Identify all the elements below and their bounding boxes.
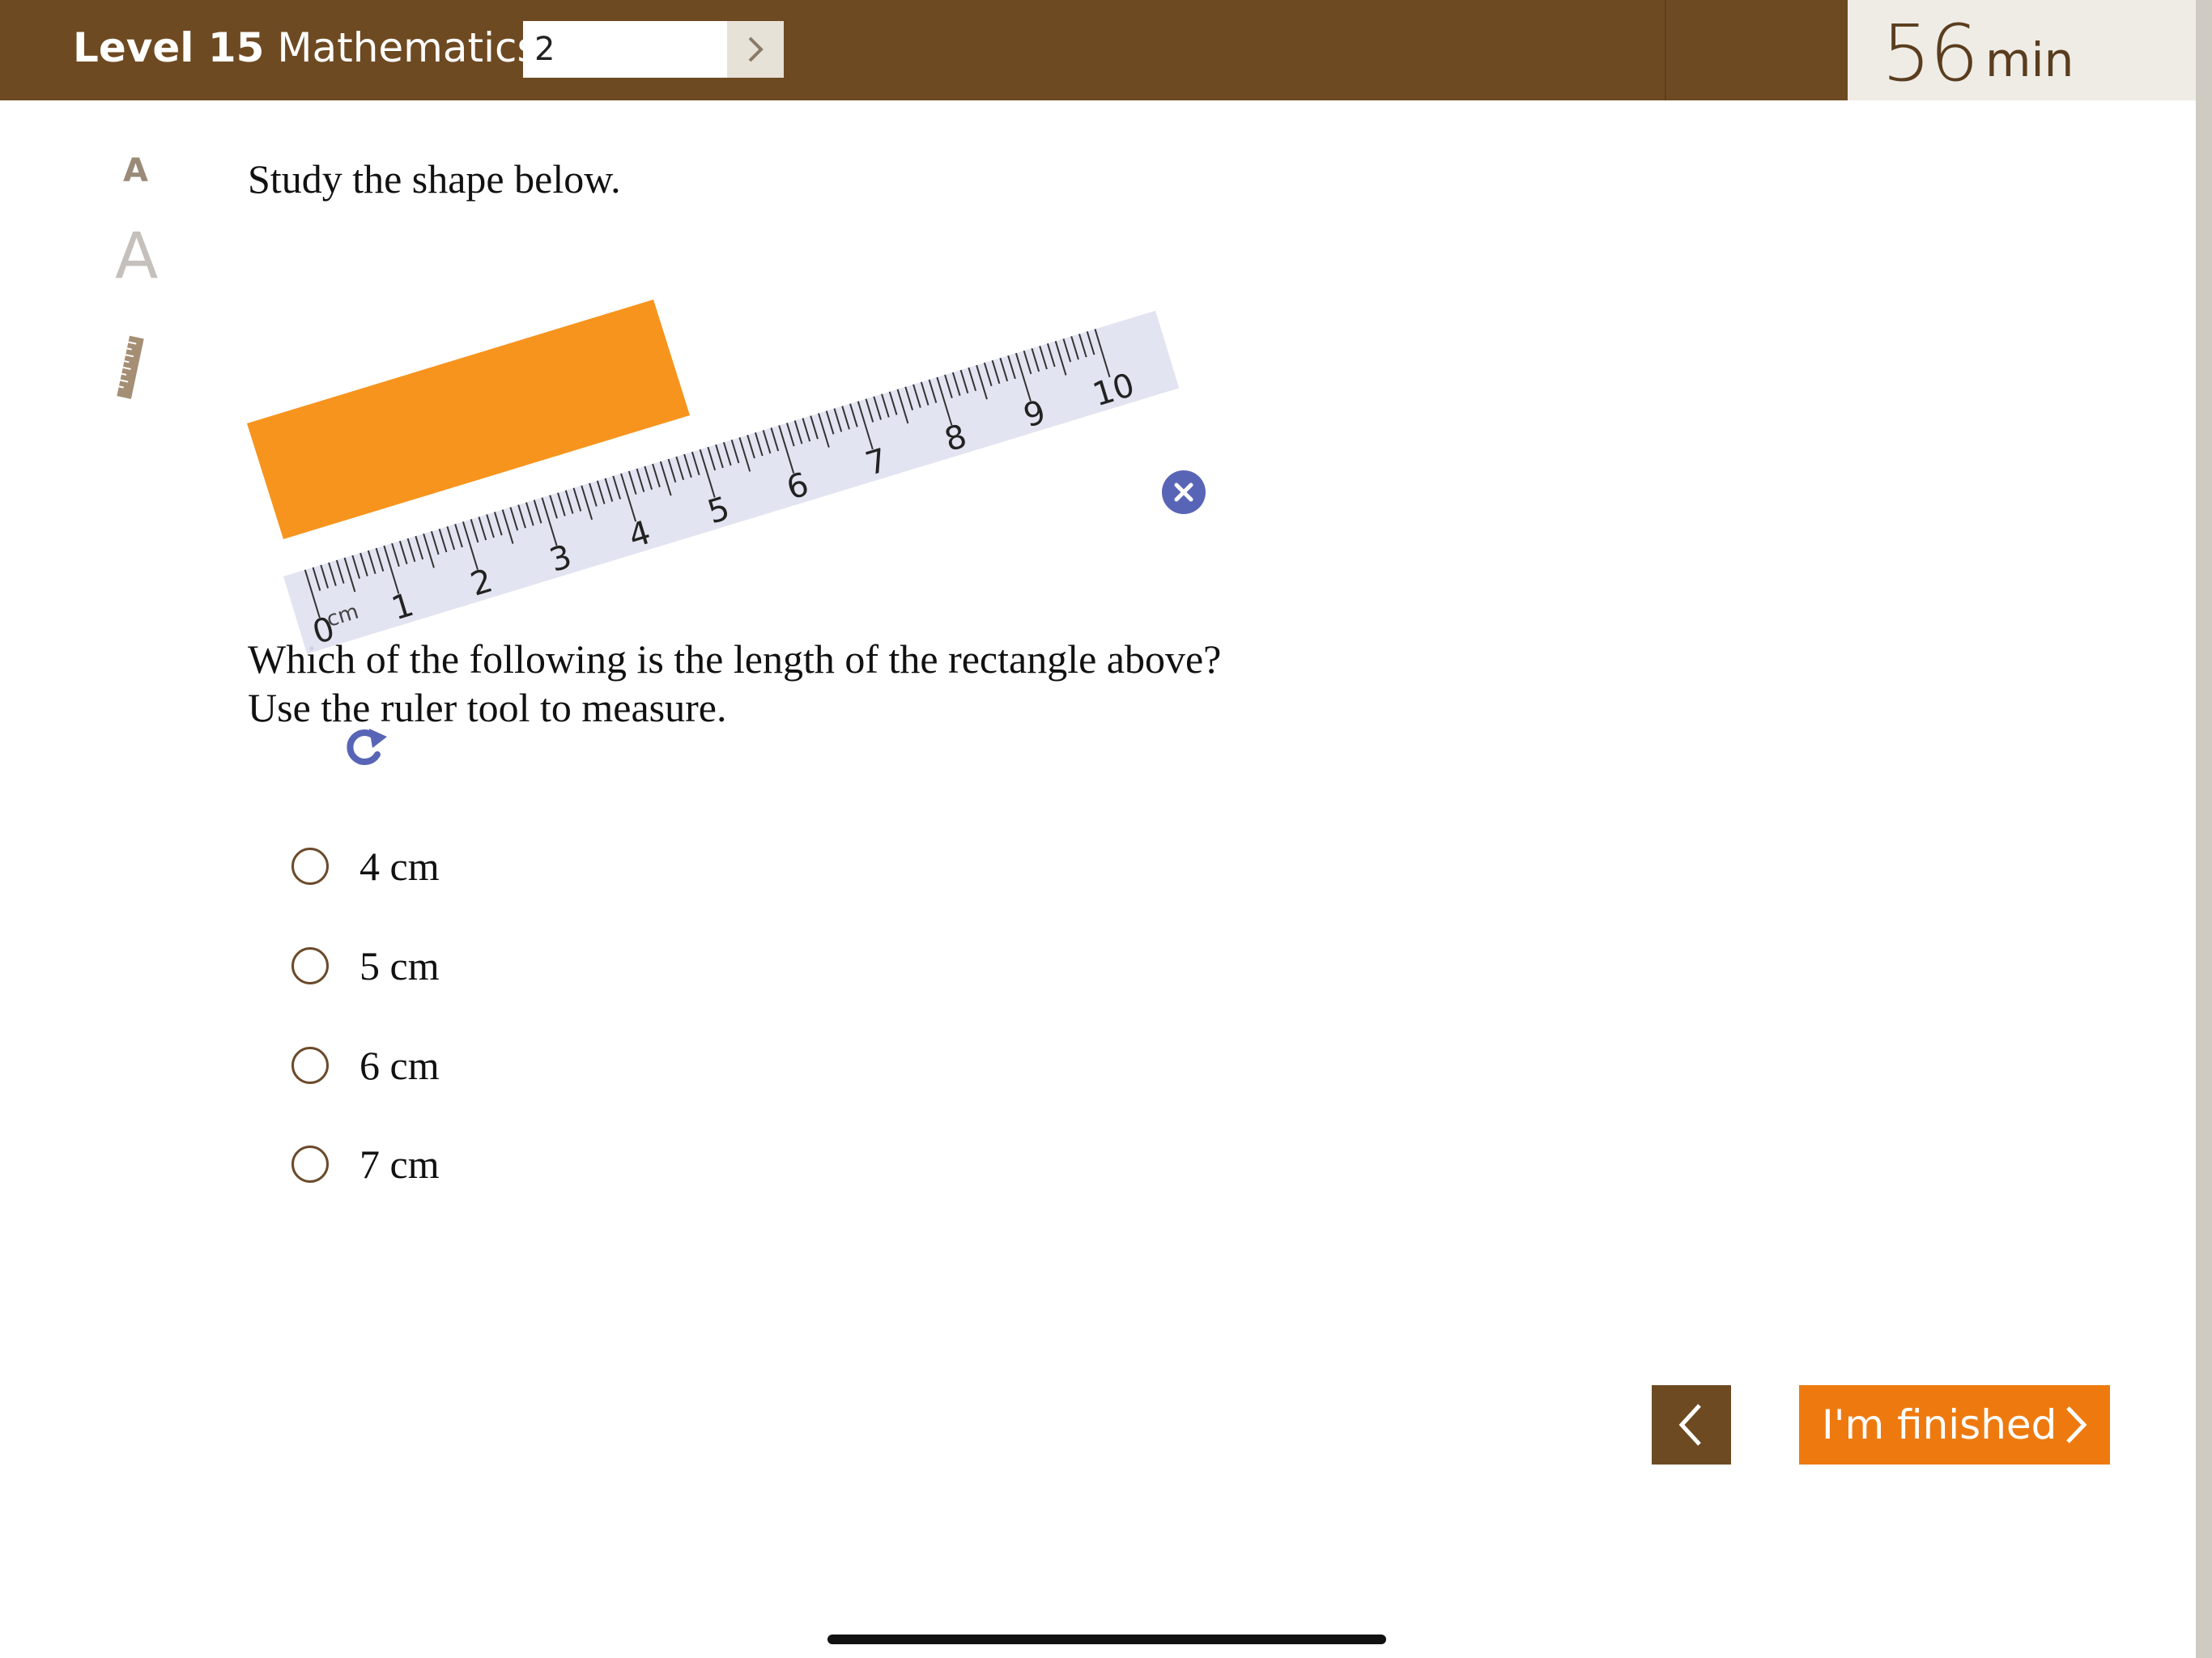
- answer-option[interactable]: 6 cm: [291, 1041, 440, 1090]
- answer-option[interactable]: 7 cm: [291, 1140, 440, 1188]
- answer-option-label: 7 cm: [359, 1141, 440, 1187]
- font-size-small-button[interactable]: A: [123, 152, 148, 189]
- answer-option-label: 5 cm: [359, 943, 440, 988]
- answer-option[interactable]: 4 cm: [291, 842, 440, 891]
- page-edge: [2196, 0, 2212, 1658]
- ruler-rotate-handle[interactable]: [347, 729, 387, 765]
- test-title: Level 15 Mathematics: [73, 24, 538, 71]
- previous-question-button[interactable]: [1652, 1385, 1731, 1465]
- font-size-large-button[interactable]: A: [115, 220, 158, 293]
- chevron-right-icon: [2066, 1406, 2087, 1443]
- ruler-close-button[interactable]: [1162, 470, 1206, 514]
- answer-option[interactable]: 5 cm: [291, 942, 440, 990]
- timer: 56 min: [1848, 0, 2196, 100]
- level-label: Level 15: [73, 24, 265, 71]
- radio-button[interactable]: [291, 1047, 329, 1084]
- answer-option-label: 6 cm: [359, 1043, 440, 1088]
- figure-area: cm 0 1 2 3 4 5 6 7 8 9 10: [243, 283, 1295, 801]
- timer-unit: min: [1985, 32, 2074, 87]
- answer-option-label: 4 cm: [359, 844, 440, 889]
- chevron-left-icon: [1678, 1404, 1701, 1446]
- subject-label: Mathematics: [277, 24, 538, 71]
- header-divider: [1665, 0, 1666, 100]
- chevron-right-icon: [748, 36, 764, 62]
- radio-button[interactable]: [291, 1146, 329, 1183]
- ruler-tool-button[interactable]: [113, 334, 149, 405]
- radio-button[interactable]: [291, 848, 329, 885]
- radio-button[interactable]: [291, 947, 329, 984]
- top-bar: Level 15 Mathematics 56 min: [0, 0, 2196, 100]
- question-jump: [523, 21, 784, 78]
- home-indicator: [827, 1635, 1386, 1644]
- finish-button-label: I'm finished: [1822, 1401, 2057, 1448]
- timer-value: 56: [1882, 8, 1979, 99]
- finish-button[interactable]: I'm finished: [1799, 1385, 2110, 1465]
- question-number-input[interactable]: [523, 21, 725, 78]
- ruler-icon: [117, 335, 144, 399]
- question-prompt: Study the shape below.: [248, 156, 621, 202]
- question-go-button[interactable]: [727, 21, 784, 78]
